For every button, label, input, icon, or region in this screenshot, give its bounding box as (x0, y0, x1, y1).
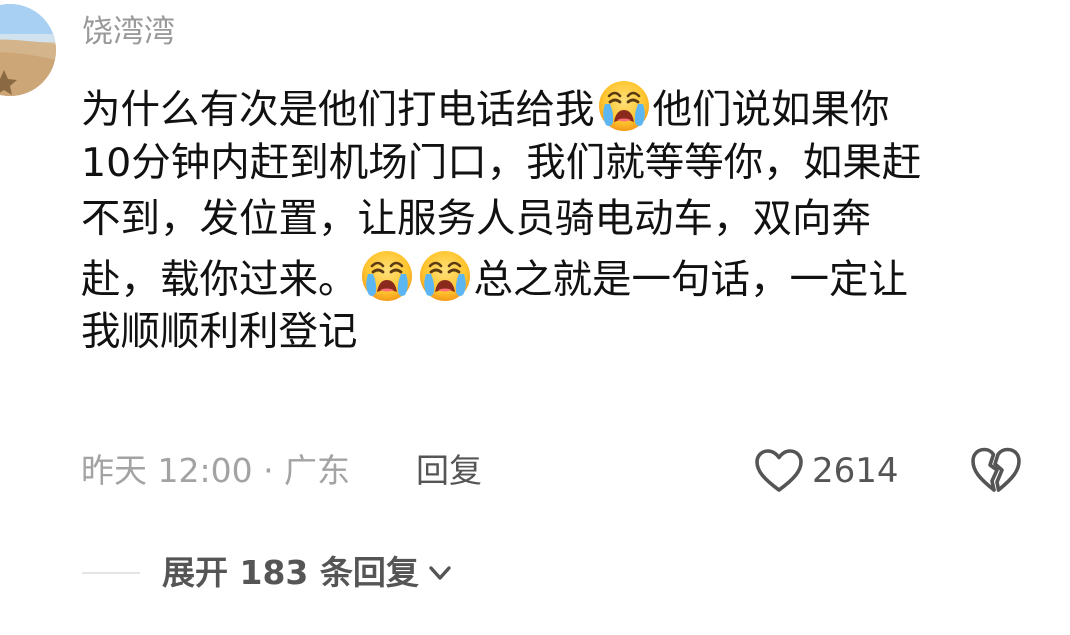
comment-line: 为什么有次是他们打电话给我 他们说如果你 (81, 78, 1041, 135)
comment-text: 为什么有次是他们打电话给我 他们说如果你 10分钟内赶到机场门口，我们就等等你，如果… (81, 78, 1041, 361)
comment-line: 我顺顺利利登记 (81, 304, 1041, 361)
comment-text-segment: 我顺顺利利登记 (81, 309, 358, 355)
loudly-crying-face-emoji-icon (596, 78, 652, 134)
loudly-crying-face-emoji-icon (417, 248, 473, 304)
comment-text-segment: 10分钟内赶到机场门口，我们就等等你，如果赶 (81, 139, 922, 186)
chevron-down-icon (429, 566, 451, 580)
reply-button[interactable]: 回复 (416, 449, 482, 493)
comment-line: 10分钟内赶到机场门口，我们就等等你，如果赶 (81, 135, 1041, 192)
broken-heart-icon (971, 447, 1021, 492)
divider (82, 572, 140, 574)
like-button[interactable]: 2614 (754, 446, 899, 496)
avatar[interactable] (0, 4, 56, 96)
comment-text-segment: 赴，载你过来。 (81, 256, 358, 303)
comment-line: 赴，载你过来。 总之就是一句话，一定让 (81, 248, 1041, 305)
comment-text-segment: 不到，发位置，让服务人员骑电动车，双向奔 (81, 196, 871, 242)
comment-line: 不到，发位置，让服务人员骑电动车，双向奔 (81, 191, 1041, 248)
comment-text-segment: 他们说如果你 (652, 87, 890, 133)
expand-replies-label: 展开 183 条回复 (162, 553, 419, 592)
heart-outline-icon (755, 449, 803, 492)
comment-text-segment: 为什么有次是他们打电话给我 (81, 87, 595, 133)
dislike-button[interactable] (970, 446, 1022, 496)
beach-photo-avatar-icon (0, 4, 56, 96)
expand-replies-button[interactable]: 展开 183 条回复 (162, 551, 455, 595)
expand-replies-row: 展开 183 条回复 (0, 545, 1070, 601)
comment-time-location: 昨天 12:00 · 广东 (81, 451, 351, 490)
comment-text-segment: 总之就是一句话，一定让 (473, 256, 909, 303)
comment-actions: 昨天 12:00 · 广东 回复 2614 (0, 440, 1070, 500)
comment-author[interactable]: 饶湾湾 (82, 10, 175, 54)
loudly-crying-face-emoji-icon (359, 248, 415, 304)
like-count: 2614 (812, 451, 899, 491)
